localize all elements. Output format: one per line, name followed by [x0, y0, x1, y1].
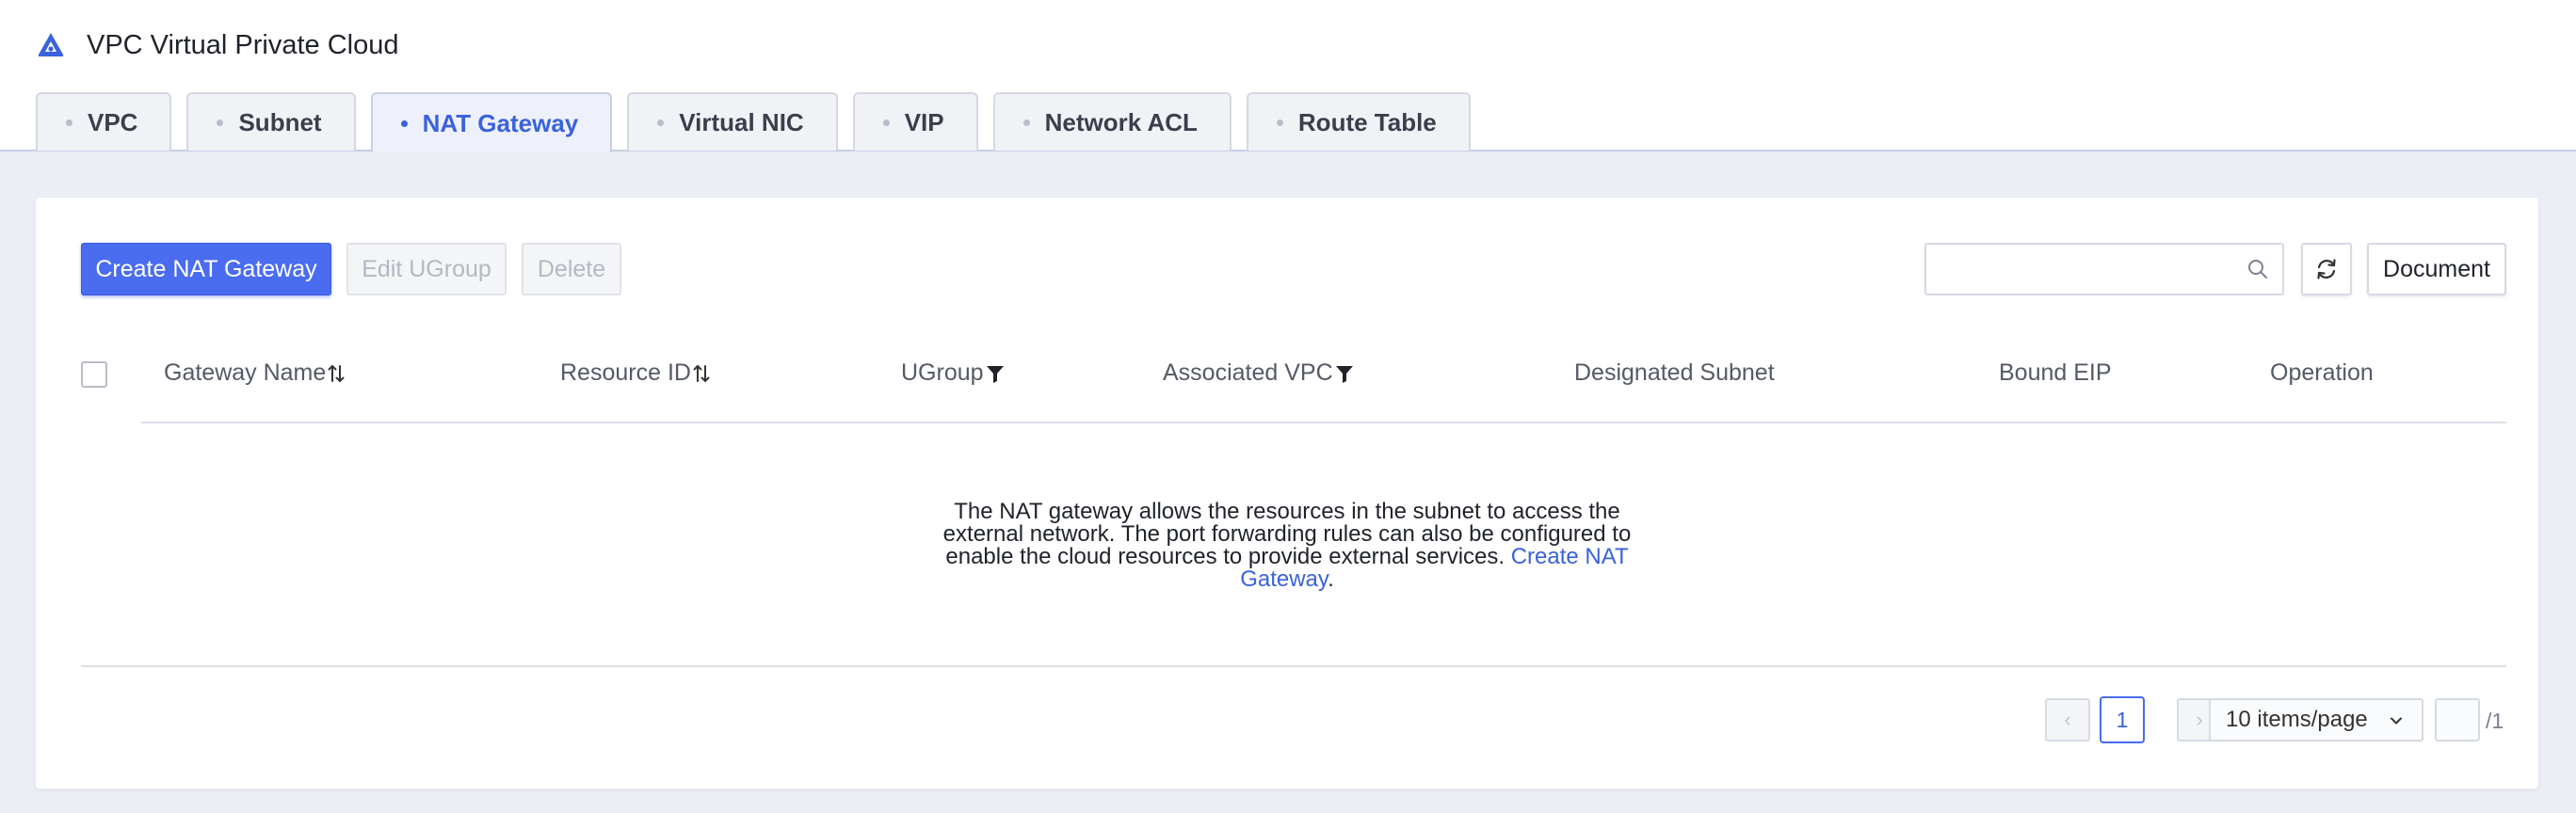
- tab-dot-icon: [657, 119, 665, 126]
- page-title: VPC Virtual Private Cloud: [87, 29, 399, 60]
- empty-state-message: The NAT gateway allows the resources in …: [915, 501, 1659, 591]
- column-label: Gateway Name: [164, 359, 327, 386]
- column-label: Operation: [2270, 359, 2374, 386]
- tab-label: Subnet: [238, 107, 322, 136]
- table-footer-divider: [81, 665, 2506, 667]
- filter-icon[interactable]: [1335, 363, 1354, 384]
- tab-dot-icon: [1276, 119, 1283, 126]
- column-operation: Operation: [2270, 359, 2374, 387]
- delete-button[interactable]: Delete: [522, 243, 621, 295]
- sort-icon[interactable]: [328, 362, 345, 385]
- page-size-select[interactable]: 10 items/page: [2209, 698, 2423, 741]
- column-associated-vpc[interactable]: Associated VPC: [1163, 359, 1354, 387]
- search-icon[interactable]: [2246, 258, 2269, 280]
- tab-label: NAT Gateway: [422, 108, 579, 137]
- refresh-icon: [2317, 259, 2336, 279]
- column-designated-subnet: Designated Subnet: [1574, 359, 1775, 387]
- column-label: Designated Subnet: [1574, 359, 1775, 386]
- column-label: Resource ID: [560, 359, 691, 386]
- table-header-divider: [141, 422, 2506, 423]
- tab-dot-icon: [400, 120, 408, 127]
- tab-vpc[interactable]: VPC: [36, 92, 172, 151]
- filter-icon[interactable]: [986, 363, 1005, 384]
- tab-label: VPC: [88, 107, 138, 136]
- tab-route-table[interactable]: Route Table: [1246, 92, 1471, 151]
- page-total: /1: [2486, 709, 2504, 733]
- search-box: [1924, 243, 2284, 295]
- refresh-button[interactable]: [2301, 243, 2352, 295]
- prev-page-button[interactable]: ‹: [2045, 698, 2090, 741]
- edit-ugroup-button[interactable]: Edit UGroup: [346, 243, 507, 295]
- vpc-logo-icon: [38, 33, 64, 56]
- column-label: Associated VPC: [1163, 359, 1333, 386]
- tab-label: Network ACL: [1044, 107, 1198, 136]
- tab-nat-gateway[interactable]: NAT Gateway: [370, 92, 613, 152]
- column-ugroup[interactable]: UGroup: [901, 359, 1005, 387]
- column-bound-eip: Bound EIP: [1999, 359, 2112, 387]
- empty-state-suffix: .: [1328, 566, 1334, 592]
- column-label: Bound EIP: [1999, 359, 2112, 386]
- page-size-label: 10 items/page: [2226, 707, 2368, 732]
- column-gateway-name[interactable]: Gateway Name: [164, 359, 345, 387]
- tab-label: VIP: [904, 107, 944, 136]
- column-label: UGroup: [901, 359, 984, 386]
- chevron-down-icon: [2391, 717, 2402, 725]
- column-resource-id[interactable]: Resource ID: [560, 359, 710, 387]
- create-nat-gateway-button[interactable]: Create NAT Gateway: [81, 243, 331, 295]
- page-jump-input[interactable]: [2435, 698, 2480, 741]
- page-number-button[interactable]: 1: [2100, 696, 2145, 743]
- content-panel: Create NAT Gateway Edit UGroup Delete Do…: [36, 198, 2538, 789]
- search-input[interactable]: [1926, 245, 2237, 294]
- tab-dot-icon: [1022, 119, 1030, 126]
- top-bar: VPC Virtual Private Cloud VPC Subnet NAT…: [0, 0, 2576, 152]
- tab-dot-icon: [66, 119, 72, 126]
- tab-bar: VPC Subnet NAT Gateway Virtual NIC VIP N…: [36, 92, 1471, 152]
- tab-network-acl[interactable]: Network ACL: [992, 92, 1232, 151]
- tab-label: Route Table: [1297, 107, 1437, 136]
- tab-dot-icon: [882, 119, 890, 126]
- app-header: VPC Virtual Private Cloud: [36, 26, 399, 64]
- document-button[interactable]: Document: [2367, 243, 2506, 295]
- tab-virtual-nic[interactable]: Virtual NIC: [627, 92, 838, 151]
- sort-icon[interactable]: [693, 362, 710, 385]
- tab-label: Virtual NIC: [679, 107, 804, 136]
- tab-dot-icon: [217, 119, 224, 126]
- select-all-checkbox[interactable]: [81, 361, 107, 388]
- tab-vip[interactable]: VIP: [852, 92, 978, 151]
- tab-subnet[interactable]: Subnet: [186, 92, 356, 151]
